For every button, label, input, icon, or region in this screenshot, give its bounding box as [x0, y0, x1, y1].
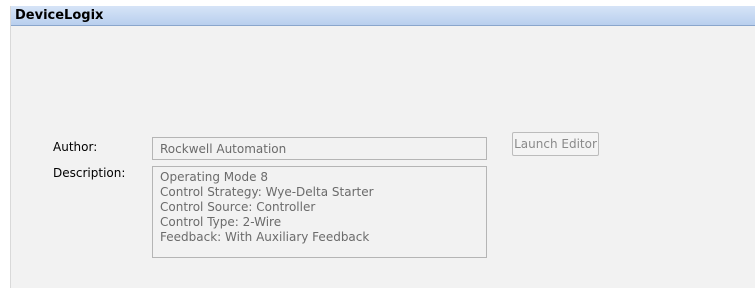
description-line: Operating Mode 8 [160, 170, 268, 184]
author-value: Rockwell Automation [160, 142, 287, 156]
devicelogix-panel: DeviceLogix Author: Rockwell Automation … [10, 6, 755, 288]
author-field[interactable]: Rockwell Automation [152, 137, 487, 160]
description-field[interactable]: Operating Mode 8 Control Strategy: Wye-D… [152, 166, 487, 258]
launch-editor-button[interactable]: Launch Editor [512, 132, 599, 156]
description-line: Control Strategy: Wye-Delta Starter [160, 185, 374, 199]
description-line: Control Type: 2-Wire [160, 215, 282, 229]
description-label: Description: [53, 166, 126, 180]
panel-titlebar: DeviceLogix [11, 6, 755, 26]
description-line: Feedback: With Auxiliary Feedback [160, 230, 370, 244]
description-line: Control Source: Controller [160, 200, 316, 214]
panel-title: DeviceLogix [15, 8, 104, 23]
author-label: Author: [53, 140, 98, 154]
